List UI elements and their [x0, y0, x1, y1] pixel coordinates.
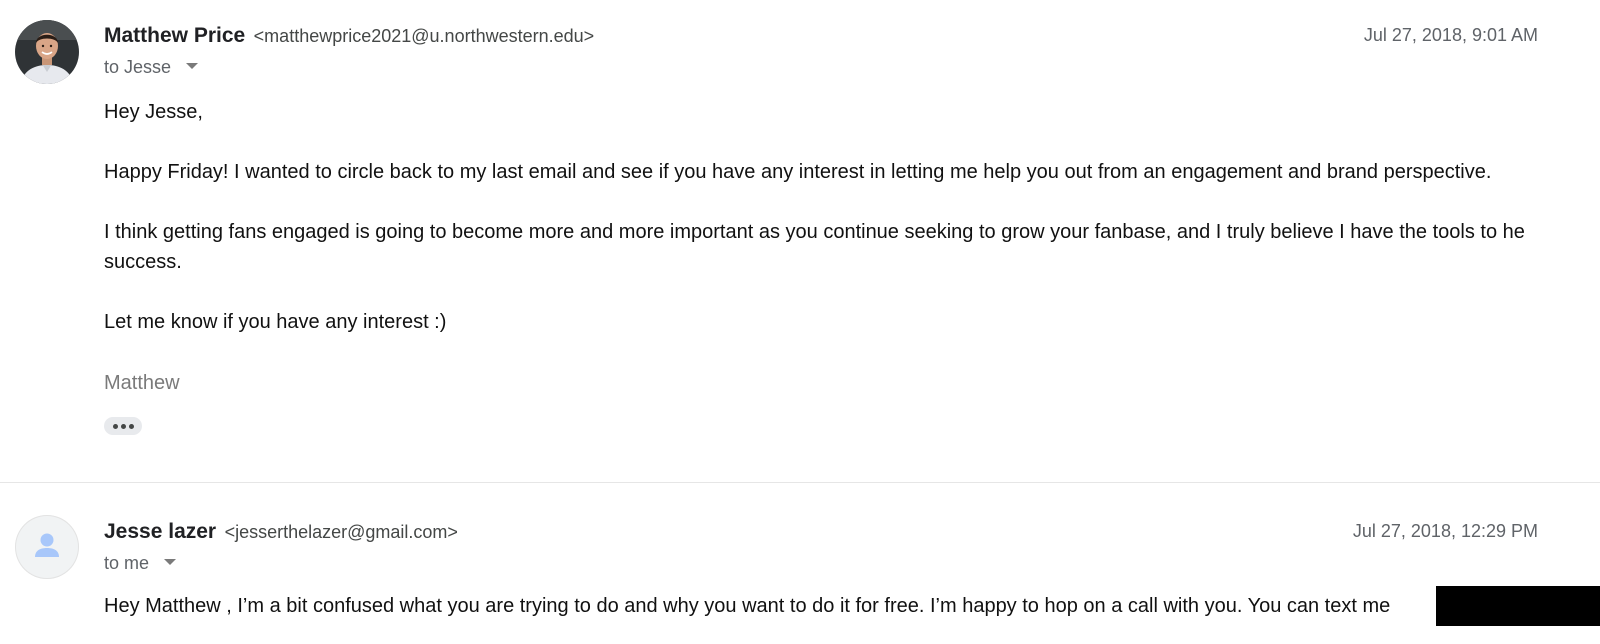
ellipsis-icon	[112, 423, 118, 429]
recipient-dropdown[interactable]: to Jesse	[104, 57, 199, 78]
email-thread: Matthew Price <matthewprice2021@u.northw…	[0, 0, 1600, 644]
message-paragraph: Hey Matthew , I’m a bit confused what yo…	[104, 595, 1391, 617]
message-paragraph: Happy Friday! I wanted to circle back to…	[104, 161, 1492, 183]
sender-header: Jesse lazer <jesserthelazer@gmail.com>	[104, 520, 458, 544]
sender-email[interactable]: <matthewprice2021@u.northwestern.edu>	[254, 26, 594, 46]
message-paragraph: success.	[104, 251, 182, 273]
sender-name[interactable]: Matthew Price	[104, 24, 245, 47]
message-divider	[0, 482, 1600, 483]
default-person-icon	[35, 533, 59, 557]
message-signature: Matthew	[104, 372, 180, 394]
show-trimmed-content-button[interactable]	[104, 417, 142, 435]
recipient-label: to me	[104, 553, 150, 573]
message-paragraph: Let me know if you have any interest :)	[104, 311, 447, 333]
recipient-dropdown[interactable]: to me	[104, 553, 177, 574]
message-paragraph: I think getting fans engaged is going to…	[104, 221, 1525, 243]
message-date: Jul 27, 2018, 12:29 PM	[1352, 521, 1538, 541]
sender-name[interactable]: Jesse lazer	[104, 520, 216, 543]
profile-photo-icon	[15, 20, 79, 84]
email-message: Jesse lazer <jesserthelazer@gmail.com> t…	[0, 484, 1600, 644]
chevron-down-icon[interactable]	[164, 559, 177, 566]
sender-email[interactable]: <jesserthelazer@gmail.com>	[225, 522, 458, 542]
recipient-label: to Jesse	[104, 57, 172, 77]
sender-header: Matthew Price <matthewprice2021@u.northw…	[104, 24, 594, 48]
message-greeting: Hey Jesse,	[104, 101, 203, 123]
chevron-down-icon[interactable]	[186, 63, 199, 70]
sender-avatar[interactable]	[15, 20, 79, 84]
message-date: Jul 27, 2018, 9:01 AM	[1363, 25, 1538, 45]
redaction-block	[1436, 586, 1600, 626]
sender-avatar[interactable]	[15, 515, 79, 579]
email-message: Matthew Price <matthewprice2021@u.northw…	[0, 0, 1600, 482]
